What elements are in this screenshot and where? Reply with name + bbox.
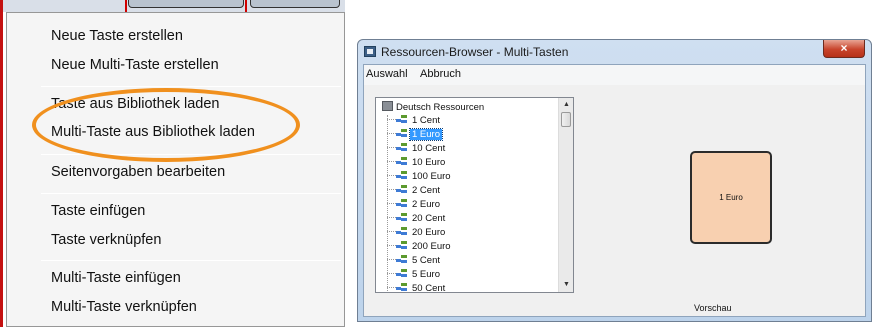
resource-folder-icon <box>382 101 393 111</box>
title-bar[interactable]: Ressourcen-Browser - Multi-Tasten × <box>358 40 871 64</box>
multi-key-icon <box>396 227 407 236</box>
menu-item-multi-taste-verknuepfen[interactable]: Multi-Taste verknüpfen <box>51 299 197 315</box>
scroll-thumb[interactable] <box>561 112 571 127</box>
close-button[interactable]: × <box>823 40 865 58</box>
tree-item-label: 100 Euro <box>412 171 451 182</box>
multi-key-icon <box>396 129 407 138</box>
multi-key-icon <box>396 283 407 292</box>
tree-item-label: 1 Euro <box>409 128 443 141</box>
multi-key-icon <box>396 185 407 194</box>
menu-item-neue-taste-erstellen[interactable]: Neue Taste erstellen <box>51 28 183 44</box>
multi-key-icon <box>396 199 407 208</box>
tree-item[interactable]: 1 Cent <box>387 115 442 129</box>
tree-item-label: 5 Euro <box>412 269 440 280</box>
menu-item-seitenvorgaben-bearbeiten[interactable]: Seitenvorgaben bearbeiten <box>51 164 225 180</box>
tree-item-label: 2 Cent <box>412 185 440 196</box>
multi-key-icon <box>396 213 407 222</box>
multi-key-icon <box>396 157 407 166</box>
background-tab <box>250 0 340 8</box>
tree-item-label: 10 Euro <box>412 157 446 168</box>
context-menu: Neue Taste erstellen Neue Multi-Taste er… <box>6 12 345 327</box>
tree-item[interactable]: 100 Euro <box>387 171 453 185</box>
menu-bar: Auswahl Abbruch <box>364 65 865 85</box>
preview-tile-text: 1 Euro <box>719 193 743 202</box>
tree-item[interactable]: 50 Cent <box>387 283 447 293</box>
multi-key-icon <box>396 171 407 180</box>
tree-item[interactable]: 20 Euro <box>387 227 447 241</box>
tree-item[interactable]: 2 Euro <box>387 199 442 213</box>
multi-key-icon <box>396 255 407 264</box>
multi-key-icon <box>396 143 407 152</box>
red-marker <box>245 0 247 12</box>
multi-key-icon <box>396 115 407 124</box>
menu-item-taste-verknuepfen[interactable]: Taste verknüpfen <box>51 232 161 248</box>
tree-item[interactable]: 200 Euro <box>387 241 453 255</box>
red-edge <box>0 0 3 327</box>
tree-item-label: 200 Euro <box>412 241 451 252</box>
dialog-client-area: Auswahl Abbruch Deutsch Ressourcen 1 Cen… <box>363 64 866 317</box>
tree-item-label: 5 Cent <box>412 255 440 266</box>
tree-item[interactable]: 10 Euro <box>387 157 447 171</box>
scroll-down-arrow-icon[interactable]: ▼ <box>559 279 573 291</box>
scroll-up-arrow-icon[interactable]: ▲ <box>559 99 573 111</box>
red-marker <box>125 0 127 12</box>
tree-item-label: 1 Cent <box>412 115 440 126</box>
window-title: Ressourcen-Browser - Multi-Tasten <box>381 45 569 59</box>
background-tab <box>128 0 244 8</box>
menu-item-multi-taste-einfuegen[interactable]: Multi-Taste einfügen <box>51 270 181 286</box>
menu-separator <box>41 86 341 87</box>
tree-item[interactable]: 5 Euro <box>387 269 442 283</box>
menu-separator <box>41 260 341 261</box>
multi-key-icon <box>396 269 407 278</box>
tree-item[interactable]: 20 Cent <box>387 213 447 227</box>
menu-auswahl[interactable]: Auswahl <box>366 68 408 80</box>
preview-key-tile: 1 Euro <box>690 151 772 244</box>
tree-item[interactable]: 5 Cent <box>387 255 442 269</box>
tree-root-label: Deutsch Ressourcen <box>396 102 485 113</box>
tree-item[interactable]: 10 Cent <box>387 143 447 157</box>
tree-item[interactable]: 2 Cent <box>387 185 442 199</box>
highlight-ellipse <box>32 88 300 162</box>
tree-item-label: 10 Cent <box>412 143 446 154</box>
preview-label: Vorschau <box>694 303 732 313</box>
app-window-icon <box>364 46 376 57</box>
context-menu-screenshot: Neue Taste erstellen Neue Multi-Taste er… <box>0 0 345 327</box>
close-icon: × <box>840 41 848 55</box>
tree-root-node[interactable]: Deutsch Ressourcen <box>382 101 484 115</box>
multi-key-icon <box>396 241 407 250</box>
tree-item-label: 20 Euro <box>412 227 446 238</box>
tree-item-label: 2 Euro <box>412 199 440 210</box>
menu-item-neue-multi-taste-erstellen[interactable]: Neue Multi-Taste erstellen <box>51 57 219 73</box>
tree-scrollbar[interactable]: ▲ ▼ <box>558 98 573 292</box>
menu-item-taste-einfuegen[interactable]: Taste einfügen <box>51 203 145 219</box>
menu-abbruch[interactable]: Abbruch <box>420 68 461 80</box>
menu-separator <box>41 193 341 194</box>
tree-item-label: 20 Cent <box>412 213 446 224</box>
tree-item-label: 50 Cent <box>412 283 446 293</box>
resource-tree[interactable]: Deutsch Ressourcen 1 Cent 1 Euro 10 Cent… <box>375 97 574 293</box>
tree-item-selected[interactable]: 1 Euro <box>387 128 443 143</box>
resource-browser-dialog: Ressourcen-Browser - Multi-Tasten × Ausw… <box>357 39 872 322</box>
